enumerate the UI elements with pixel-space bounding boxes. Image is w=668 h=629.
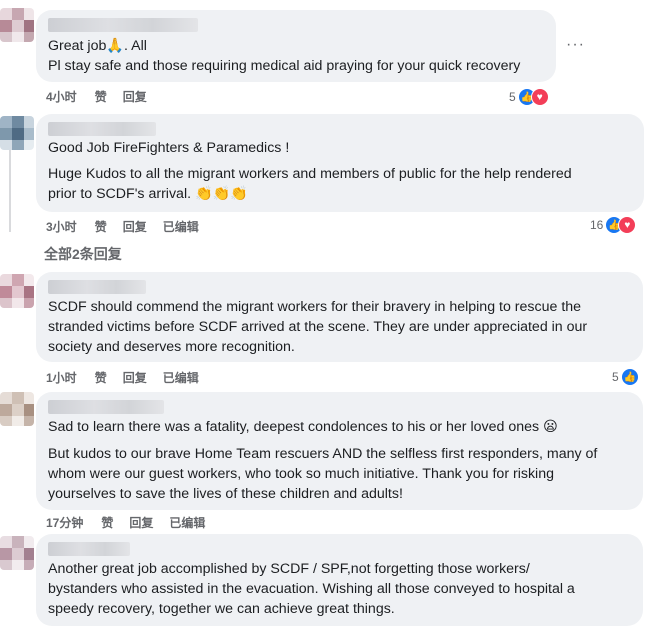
reaction-count: 5 (612, 370, 619, 384)
like-button[interactable]: 赞 (95, 88, 107, 105)
reaction-summary[interactable]: 16 👍 ♥ (590, 216, 637, 234)
author-name[interactable] (48, 400, 164, 414)
author-name[interactable] (48, 280, 146, 294)
avatar[interactable] (0, 116, 34, 150)
reaction-summary[interactable]: 5 👍 ♥ (509, 88, 549, 106)
comment-actions: 17分钟 赞 回复 已编辑 (46, 514, 221, 531)
thumbs-up-icon: 👍 (620, 368, 639, 386)
avatar[interactable] (0, 8, 34, 42)
edited-label: 已编辑 (169, 516, 206, 530)
reply-button[interactable]: 回复 (123, 218, 147, 235)
comment-time[interactable]: 17分钟 (46, 514, 83, 531)
avatar[interactable] (0, 392, 34, 426)
comment-actions: 4小时 赞 回复 (46, 88, 163, 105)
reply-button[interactable]: 回复 (129, 514, 153, 531)
comment-text: SCDF should commend the migrant workers … (48, 299, 588, 355)
author-name[interactable] (48, 542, 130, 556)
comment-time[interactable]: 1小时 (46, 369, 77, 386)
edited-label: 已编辑 (162, 371, 199, 385)
like-button[interactable]: 赞 (101, 514, 113, 531)
comment-actions: 3小时 赞 回复 已编辑 (46, 218, 215, 235)
reaction-summary[interactable]: 5 👍 (612, 368, 639, 386)
comment-text-2: But kudos to our brave Home Team rescuer… (48, 446, 598, 502)
comment-time[interactable]: 4小时 (46, 88, 77, 105)
more-dots-icon[interactable]: ··· (566, 36, 585, 54)
author-name[interactable] (48, 122, 156, 136)
comment-bubble: SCDF should commend the migrant workers … (36, 272, 643, 362)
comment-text-1: Good Job FireFighters & Paramedics ! (48, 140, 290, 156)
like-button[interactable]: 赞 (95, 218, 107, 235)
author-name[interactable] (48, 18, 198, 32)
comment-text: Another great job accomplished by SCDF /… (48, 561, 575, 617)
like-button[interactable]: 赞 (95, 369, 107, 386)
comment-bubble: Great job🙏. All Pl stay safe and those r… (36, 10, 556, 82)
thread-line (9, 150, 11, 232)
view-replies-link[interactable]: 全部2条回复 (44, 244, 122, 264)
avatar[interactable] (0, 536, 34, 570)
reaction-count: 5 (509, 90, 516, 104)
comment-text: Great job🙏. All Pl stay safe and those r… (48, 38, 521, 74)
comment-bubble: Sad to learn there was a fatality, deepe… (36, 392, 643, 510)
heart-icon: ♥ (618, 216, 637, 234)
edited-label: 已编辑 (162, 220, 199, 234)
reaction-count: 16 (590, 218, 604, 232)
comment-actions: 1小时 赞 回复 已编辑 (46, 369, 215, 386)
reply-button[interactable]: 回复 (123, 369, 147, 386)
reply-button[interactable]: 回复 (123, 88, 147, 105)
comment-text-1: Sad to learn there was a fatality, deepe… (48, 419, 558, 435)
comment-bubble: Another great job accomplished by SCDF /… (36, 534, 643, 626)
avatar[interactable] (0, 274, 34, 308)
comment-text-2: Huge Kudos to all the migrant workers an… (48, 166, 572, 202)
heart-icon: ♥ (530, 88, 549, 106)
comment-bubble: Good Job FireFighters & Paramedics ! Hug… (36, 114, 644, 212)
comment-time[interactable]: 3小时 (46, 218, 77, 235)
